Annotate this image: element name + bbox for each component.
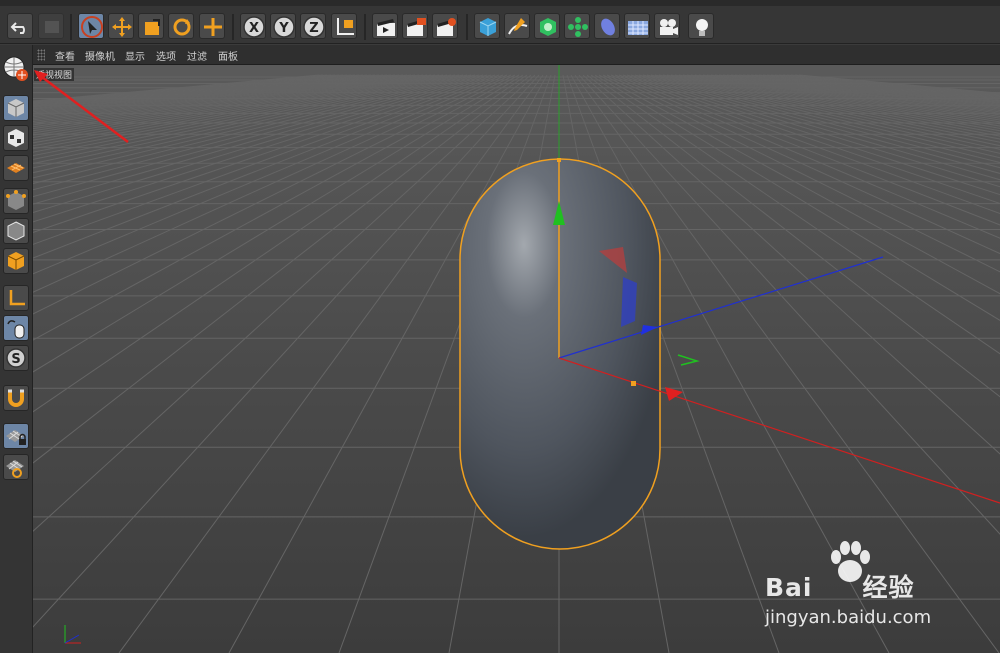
watermark-url: jingyan.baidu.com — [765, 607, 932, 628]
clapper-icon — [377, 19, 395, 36]
viewport-menubar: 查看 摄像机 显示 选项 过滤 面板 — [33, 45, 1000, 65]
camera-icon — [660, 19, 678, 35]
subdivision-icon — [540, 18, 556, 36]
render-to-picture-viewer-button[interactable] — [402, 13, 428, 39]
edges-mode-button[interactable] — [3, 218, 29, 244]
move-tool-button[interactable] — [108, 13, 134, 39]
world-coords-icon — [337, 18, 354, 35]
rotation-band-z[interactable] — [621, 277, 637, 327]
polygons-cube-icon — [7, 252, 25, 270]
texture-mode-button[interactable] — [3, 125, 29, 151]
axis-l-icon — [9, 290, 25, 306]
lock-x-axis-button[interactable]: X — [240, 13, 266, 39]
magnet-icon — [8, 389, 24, 407]
workplane-lock-button[interactable] — [3, 423, 29, 449]
snap-s-icon: S — [6, 348, 26, 368]
light-bulb-icon — [696, 19, 708, 36]
grid-rotate-icon — [6, 460, 24, 478]
move-icon — [112, 17, 132, 37]
svg-text:S: S — [11, 352, 20, 367]
view-switch-button[interactable] — [2, 55, 31, 83]
undo-icon — [10, 22, 25, 34]
menu-display[interactable]: 显示 — [125, 48, 145, 63]
subdivision-surface-button[interactable] — [534, 13, 560, 39]
model-cube-icon — [7, 99, 25, 117]
cube-button[interactable] — [474, 13, 500, 39]
coordinate-system-button[interactable] — [331, 13, 357, 39]
redo-button[interactable] — [38, 13, 64, 39]
z-axis-icon: Z — [303, 16, 325, 38]
main-toolbar: X Y Z — [0, 6, 1000, 44]
recent-tool-button[interactable] — [199, 13, 225, 39]
workplane-icon — [7, 163, 25, 173]
top-handle[interactable] — [557, 158, 561, 162]
snap-button[interactable]: S — [3, 345, 29, 371]
watermark-brand: Bai 经验 — [765, 573, 915, 602]
y-axis-icon: Y — [273, 16, 295, 38]
cloner-icon — [568, 17, 588, 37]
left-palette: S — [0, 45, 33, 653]
camera-button[interactable] — [654, 13, 680, 39]
cube-icon — [479, 18, 497, 36]
x-axis-icon: X — [243, 16, 265, 38]
tweak-mode-button[interactable] — [3, 315, 29, 341]
menu-view[interactable]: 查看 — [55, 48, 75, 63]
lock-z-axis-button[interactable]: Z — [300, 13, 326, 39]
annotation-arrow — [34, 70, 129, 143]
edges-cube-icon — [7, 221, 25, 241]
plus-icon — [204, 18, 222, 36]
scale-icon — [145, 19, 160, 35]
select-arrow-icon — [81, 16, 103, 38]
undo-button[interactable] — [7, 13, 33, 39]
model-mode-button[interactable] — [3, 95, 29, 121]
floor-icon — [628, 21, 648, 35]
enable-snap-button[interactable] — [3, 385, 29, 411]
deformer-icon — [601, 18, 615, 36]
clapper-gear-icon — [437, 18, 456, 36]
render-settings-button[interactable] — [432, 13, 458, 39]
rotate-tool-button[interactable] — [168, 13, 194, 39]
points-cube-icon — [6, 190, 26, 210]
lock-y-axis-button[interactable]: Y — [270, 13, 296, 39]
render-view-button[interactable] — [372, 13, 398, 39]
menu-filter[interactable]: 过滤 — [187, 48, 207, 63]
scale-tool-button[interactable] — [138, 13, 164, 39]
menu-options[interactable]: 选项 — [156, 48, 176, 63]
spline-pen-button[interactable] — [504, 13, 530, 39]
menu-cameras[interactable]: 摄像机 — [85, 48, 115, 63]
grid-lock-icon — [6, 430, 26, 445]
live-selection-button[interactable] — [78, 13, 104, 39]
svg-text:Z: Z — [309, 21, 318, 36]
deformer-button[interactable] — [594, 13, 620, 39]
clapper-play-icon — [407, 18, 426, 36]
array-button[interactable] — [564, 13, 590, 39]
axis-center-handle[interactable] — [631, 381, 636, 386]
svg-text:Y: Y — [278, 21, 289, 36]
checker-cube-icon — [8, 129, 24, 147]
points-mode-button[interactable] — [3, 188, 29, 214]
planar-workplane-button[interactable] — [3, 454, 29, 480]
workplane-mode-button[interactable] — [3, 155, 29, 181]
svg-text:X: X — [249, 21, 259, 36]
axis-mode-button[interactable] — [3, 285, 29, 311]
light-button[interactable] — [688, 13, 714, 39]
menu-panel[interactable]: 面板 — [218, 48, 238, 63]
grip-handle[interactable] — [37, 49, 45, 61]
redo-icon — [45, 21, 59, 33]
floor-button[interactable] — [624, 13, 650, 39]
rotate-icon — [173, 18, 191, 36]
mouse-icon — [7, 320, 25, 339]
globe-view-icon — [3, 56, 28, 81]
pen-icon — [508, 18, 528, 35]
polygons-mode-button[interactable] — [3, 248, 29, 274]
